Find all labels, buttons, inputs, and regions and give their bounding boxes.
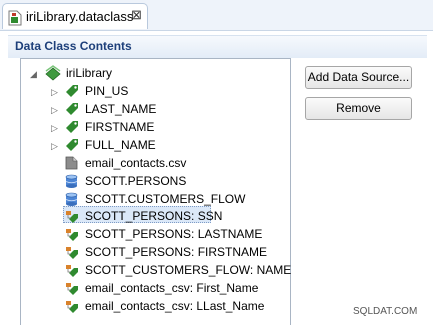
section-title: Data Class Contents (15, 39, 132, 53)
tree-item-label: email_contacts.csv (85, 156, 187, 170)
tree-item-label: email_contacts_csv: LLast_Name (85, 299, 265, 313)
expand-arrow-icon[interactable]: ▷ (51, 137, 58, 155)
column-map-icon (65, 263, 79, 282)
green-tag-icon (65, 120, 79, 139)
file-icon (65, 156, 78, 175)
tab-title: iriLibrary.dataclass (26, 9, 134, 24)
database-icon (65, 174, 78, 193)
collapse-arrow-icon[interactable]: ◢ (30, 65, 37, 83)
tree-item-label: SCOTT_PERSONS: FIRSTNAME (85, 245, 268, 259)
green-tag-icon (65, 84, 79, 103)
section-header: Data Class Contents (8, 35, 427, 58)
add-data-source-button[interactable]: Add Data Source... (305, 66, 412, 89)
column-map-icon (65, 209, 79, 228)
column-map-icon (65, 281, 79, 300)
data-class-tree[interactable]: ◢ iriLibrary ▷ PIN_US ▷ LAST_NAME ▷ FIRS… (20, 58, 291, 325)
green-tag-icon (65, 102, 79, 121)
dataclass-icon (8, 10, 22, 29)
tree-item-label: email_contacts_csv: First_Name (85, 281, 259, 295)
close-icon[interactable]: ⊠ (131, 8, 142, 22)
tree-item-label: PIN_US (85, 84, 129, 98)
tree-item-label: SCOTT_CUSTOMERS_FLOW: NAME (85, 263, 292, 277)
green-tag-icon (65, 138, 79, 157)
column-map-icon (65, 227, 79, 246)
tab-iri-library-dataclass[interactable]: iriLibrary.dataclass ⊠ (2, 3, 148, 29)
tree-item-label: SCOTT_PERSONS: SSN (85, 209, 223, 223)
watermark-text: SQLDAT.COM (353, 306, 418, 317)
tree-item-label: FIRSTNAME (85, 120, 155, 134)
tree-item-label: LAST_NAME (85, 102, 157, 116)
tree-item-label: SCOTT.PERSONS (85, 174, 187, 188)
column-map-icon (65, 299, 79, 318)
tree-root-label: iriLibrary (66, 66, 113, 80)
remove-button[interactable]: Remove (305, 97, 412, 120)
expand-arrow-icon[interactable]: ▷ (51, 119, 58, 137)
expand-arrow-icon[interactable]: ▷ (51, 83, 58, 101)
tree-item-label: FULL_NAME (85, 138, 156, 152)
expand-arrow-icon[interactable]: ▷ (51, 101, 58, 119)
editor-tab-strip: iriLibrary.dataclass ⊠ (0, 0, 433, 31)
tree-item-label: SCOTT_PERSONS: LASTNAME (85, 227, 263, 241)
column-map-icon (65, 245, 79, 264)
